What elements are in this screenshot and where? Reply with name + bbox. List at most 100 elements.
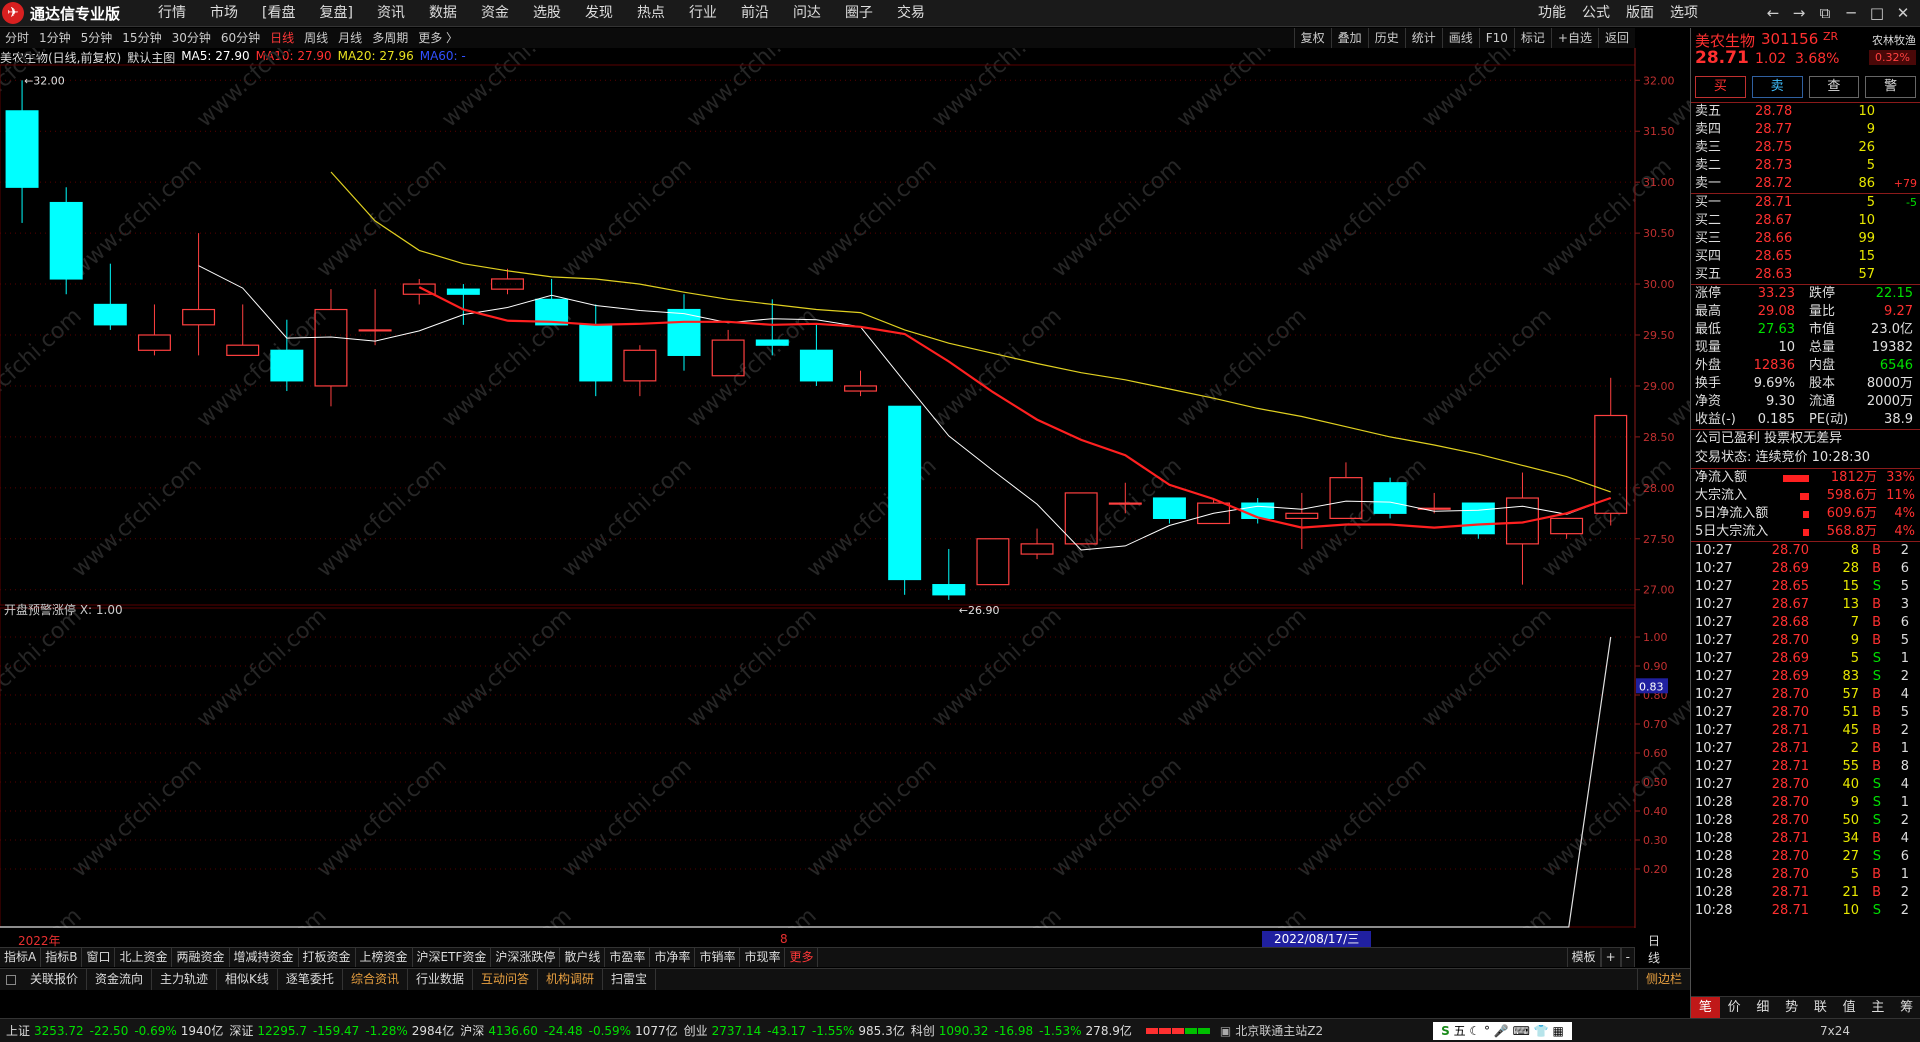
forward-arrow-icon[interactable]: → [1786, 0, 1812, 27]
menu-item[interactable]: 问达 [781, 0, 833, 27]
candle[interactable] [1373, 477, 1407, 519]
info-tab[interactable]: 主力轨迹 [152, 969, 218, 990]
right-tab[interactable]: 主 [1864, 997, 1893, 1018]
book-row[interactable]: 卖三 28.75 26 [1691, 139, 1920, 157]
period-tab[interactable]: 60分钟 [216, 28, 265, 48]
indicator-tab[interactable]: 市销率 [695, 948, 741, 967]
indicator-tab[interactable]: 市净率 [650, 948, 696, 967]
period-tab[interactable]: 多周期 [367, 28, 413, 48]
index-quote[interactable]: 创业 2737.14 -43.17 -1.55% 985.3亿 [684, 1022, 905, 1039]
indicator-tab[interactable]: 沪深涨跌停 [491, 948, 561, 967]
book-row[interactable]: 买五 28.63 57 [1691, 266, 1920, 284]
info-tab[interactable]: 互动问答 [473, 969, 538, 990]
menu-item[interactable]: 圈子 [833, 0, 885, 27]
minimize-icon[interactable]: ─ [1838, 0, 1864, 27]
indicator-tab[interactable]: 沪深ETF资金 [413, 948, 492, 967]
book-row[interactable]: 买三 28.66 99 [1691, 230, 1920, 248]
right-menu-item[interactable]: 版面 [1618, 0, 1662, 27]
clock-label[interactable]: 7x24 [1820, 1024, 1850, 1038]
menu-item[interactable]: 选股 [521, 0, 573, 27]
right-tab[interactable]: 笔 [1691, 997, 1720, 1018]
server-name[interactable]: 北京联通主站Z2 [1235, 1022, 1323, 1039]
indicator-tab[interactable]: 市盈率 [605, 948, 651, 967]
indicator-tab[interactable]: 指标A [0, 948, 42, 967]
candle[interactable] [535, 278, 569, 326]
buy-button[interactable]: 买 [1695, 76, 1746, 98]
close-icon[interactable]: ✕ [1890, 0, 1916, 27]
chart-tool-button[interactable]: 统计 [1404, 28, 1442, 48]
info-tab[interactable]: 综合资讯 [343, 969, 408, 990]
template-control[interactable]: - [1620, 948, 1635, 967]
menu-item[interactable]: 行业 [677, 0, 729, 27]
menu-item[interactable]: 前沿 [729, 0, 781, 27]
right-tab[interactable]: 价 [1720, 997, 1749, 1018]
menu-item[interactable]: 市场 [198, 0, 250, 27]
info-tab[interactable]: 关联报价 [22, 969, 88, 990]
indicator-tab[interactable]: 指标B [41, 948, 83, 967]
index-quote[interactable]: 科创 1090.32 -16.98 -1.53% 278.9亿 [911, 1022, 1132, 1039]
candle[interactable] [182, 233, 216, 356]
candle[interactable] [358, 289, 392, 346]
period-tab[interactable]: 日线 [265, 28, 299, 48]
ime-indicator[interactable]: S 五 ☾ ° 🎤 ⌨ 👕 ▦ [1433, 1021, 1572, 1040]
info-panel-toggle-icon[interactable] [6, 974, 16, 985]
query-button[interactable]: 查 [1808, 76, 1860, 98]
indicator-tab[interactable]: 打板资金 [299, 948, 356, 967]
right-tab[interactable]: 细 [1749, 997, 1778, 1018]
candle[interactable] [137, 304, 171, 356]
candle[interactable] [976, 538, 1010, 586]
chart-tool-button[interactable]: +自选 [1550, 28, 1598, 48]
restore-icon[interactable]: ⧉ [1812, 0, 1838, 27]
chart-tool-button[interactable]: F10 [1478, 28, 1514, 48]
candle[interactable] [49, 187, 83, 295]
candle[interactable] [5, 80, 39, 223]
indicator-tab[interactable]: 散户线 [560, 948, 606, 967]
info-tab[interactable]: 资金流向 [87, 969, 153, 990]
period-tab[interactable]: 周线 [299, 28, 333, 48]
period-tab[interactable]: 分时 [0, 28, 34, 48]
candle[interactable] [1505, 472, 1539, 585]
info-tab[interactable]: 相似K线 [217, 969, 278, 990]
book-row[interactable]: 买一 28.71 5 -5 [1691, 194, 1920, 212]
indicator-tab[interactable]: 更多 [785, 948, 819, 967]
right-tab[interactable]: 联 [1806, 997, 1835, 1018]
book-row[interactable]: 卖一 28.72 86 +79 [1691, 175, 1920, 193]
sidebar-toggle[interactable]: 侧边栏 [1636, 969, 1690, 990]
kline-chart[interactable]: www.cfchi.com www.cfchi.com www.cfchi.com w… [0, 48, 1690, 928]
indicator-tab[interactable]: 上榜资金 [356, 948, 413, 967]
period-tab[interactable]: 30分钟 [167, 28, 216, 48]
menu-item[interactable]: 发现 [573, 0, 625, 27]
info-tab[interactable]: 逐笔委托 [278, 969, 343, 990]
info-tab[interactable]: 行业数据 [408, 969, 473, 990]
index-quote[interactable]: 上证 3253.72 -22.50 -0.69% 1940亿 [6, 1022, 223, 1039]
menu-item[interactable]: 交易 [885, 0, 937, 27]
indicator-tab[interactable]: 两融资金 [172, 948, 230, 967]
candle[interactable] [623, 345, 657, 397]
chart-tool-button[interactable]: 标记 [1513, 28, 1551, 48]
chart-tool-button[interactable]: 画线 [1441, 28, 1479, 48]
indicator-tab[interactable]: 北上资金 [115, 948, 173, 967]
info-tab[interactable]: 扫雷宝 [603, 969, 657, 990]
candle[interactable] [93, 263, 127, 330]
right-menu-item[interactable]: 选项 [1662, 0, 1706, 27]
candle[interactable] [1461, 502, 1495, 539]
indicator-tab[interactable]: 市现率 [740, 948, 786, 967]
right-tab[interactable]: 势 [1777, 997, 1806, 1018]
chart-tool-button[interactable]: 返回 [1597, 28, 1635, 48]
period-tab[interactable]: 月线 [333, 28, 367, 48]
candle[interactable] [1285, 492, 1319, 549]
book-row[interactable]: 买四 28.65 15 [1691, 248, 1920, 266]
candle[interactable] [1197, 498, 1231, 525]
menu-item[interactable]: 热点 [625, 0, 677, 27]
candle[interactable] [667, 294, 701, 371]
book-row[interactable]: 卖二 28.73 5 [1691, 157, 1920, 175]
template-control[interactable]: 模板 [1566, 948, 1601, 967]
right-menu-item[interactable]: 公式 [1574, 0, 1618, 27]
right-tab[interactable]: 值 [1835, 997, 1864, 1018]
sell-button[interactable]: 卖 [1751, 76, 1803, 98]
maximize-icon[interactable]: □ [1864, 0, 1890, 27]
book-row[interactable]: 卖四 28.77 9 [1691, 121, 1920, 139]
right-tab[interactable]: 筹 [1892, 997, 1920, 1018]
alert-button[interactable]: 警 [1865, 76, 1916, 98]
chart-tool-button[interactable]: 历史 [1367, 28, 1405, 48]
